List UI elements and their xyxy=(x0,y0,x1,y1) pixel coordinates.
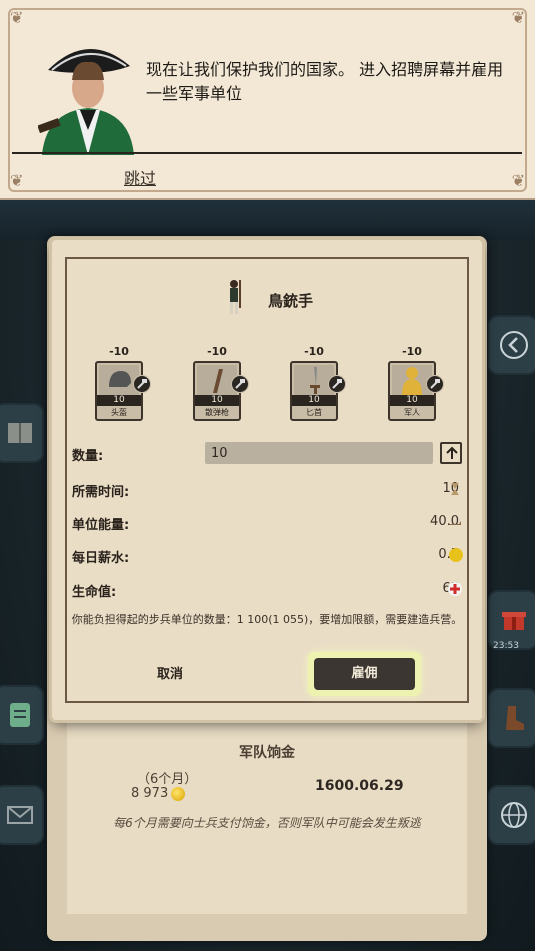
salary-label: 每日薪水: xyxy=(72,551,130,566)
equipment-cost: -10 xyxy=(304,345,324,358)
skip-link[interactable]: 跳过 xyxy=(124,165,156,189)
mail-icon xyxy=(7,806,33,824)
side-button-left-2[interactable] xyxy=(0,685,44,745)
equipment-name: 头盔 xyxy=(111,408,127,417)
equipment-soldier[interactable]: -10 10 军人 xyxy=(384,345,444,421)
book-icon xyxy=(8,423,32,443)
coin-icon xyxy=(171,786,186,801)
health-cross-icon xyxy=(448,582,462,596)
wage-note: 每6个月需要向士兵支付饷金，否则军队中可能会发生叛逃 xyxy=(113,816,421,830)
hourglass-icon xyxy=(451,483,459,495)
hammer-icon xyxy=(231,375,249,393)
quantity-label: 数量: xyxy=(72,449,104,464)
recruit-dialog-frame xyxy=(65,257,469,703)
ornament-corner-icon: ❦ xyxy=(511,8,525,27)
tutorial-panel: ❦ ❦ ❦ ❦ 现在让我们保护我们的国家。 进入招聘屏幕并雇用一些军事单位 跳过 xyxy=(0,0,535,200)
equipment-slot[interactable]: 10 散弹枪 xyxy=(193,361,249,421)
unit-limit-info: 你能负担得起的步兵单位的数量：1 100(1 055)，要增加限额，需要建造兵营… xyxy=(71,613,463,626)
gift-icon xyxy=(502,612,526,630)
equipment-qty: 10 xyxy=(390,395,434,406)
side-button-globe[interactable] xyxy=(488,785,535,845)
wage-amount: 8 973 xyxy=(131,786,169,801)
ornament-corner-icon: ❦ xyxy=(10,171,24,190)
equipment-cost: -10 xyxy=(109,345,129,358)
ornament-corner-icon: ❦ xyxy=(10,8,24,27)
tutorial-message: 现在让我们保护我们的国家。 进入招聘屏幕并雇用一些军事单位 xyxy=(146,60,504,103)
recruit-dialog xyxy=(52,240,482,720)
max-quantity-button[interactable] xyxy=(440,442,462,464)
boot-icon xyxy=(506,706,524,730)
cancel-button[interactable]: 取消 xyxy=(132,660,208,690)
hammer-icon xyxy=(328,375,346,393)
unit-name: 鳥銃手 xyxy=(268,292,314,310)
equipment-slot[interactable]: 10 军人 xyxy=(388,361,444,421)
health-label: 生命值: xyxy=(72,585,117,600)
side-button-left-1[interactable] xyxy=(0,403,44,463)
side-button-back[interactable] xyxy=(488,315,535,375)
hire-button-label: 雇佣 xyxy=(314,658,415,690)
equipment-qty: 10 xyxy=(195,395,239,406)
wage-date: 1600.06.29 xyxy=(315,778,404,794)
wage-period: （6个月） xyxy=(137,772,198,787)
ornament-corner-icon: ❦ xyxy=(511,171,525,190)
gift-timer: 23:53 xyxy=(493,641,519,651)
scroll-icon xyxy=(10,703,30,727)
time-label: 所需时间: xyxy=(72,485,130,500)
globe-icon xyxy=(501,802,527,828)
side-button-boot[interactable] xyxy=(488,688,535,748)
wage-amount-row: 8 973 xyxy=(131,786,186,801)
equipment-qty: 10 xyxy=(97,395,141,406)
musketeer-icon xyxy=(230,280,241,314)
chevron-left-icon xyxy=(500,331,528,359)
equipment-name: 军人 xyxy=(404,408,420,417)
tutorial-divider xyxy=(12,152,522,154)
hire-button[interactable]: 雇佣 xyxy=(308,652,421,696)
quantity-input[interactable] xyxy=(205,442,433,464)
equipment-cost: -10 xyxy=(207,345,227,358)
equipment-dagger[interactable]: -10 10 匕首 xyxy=(286,345,346,421)
equipment-slot[interactable]: 10 匕首 xyxy=(290,361,346,421)
officer-portrait xyxy=(38,48,134,155)
coin-icon xyxy=(449,548,463,562)
equipment-qty: 10 xyxy=(292,395,336,406)
side-button-left-3[interactable] xyxy=(0,785,44,845)
energy-icon xyxy=(449,521,461,525)
equipment-name: 散弹枪 xyxy=(205,408,229,417)
army-wage-title: 军队饷金 xyxy=(239,745,295,761)
equipment-name: 匕首 xyxy=(306,408,322,417)
equipment-slot[interactable]: 10 头盔 xyxy=(95,361,151,421)
equipment-cost: -10 xyxy=(402,345,422,358)
equipment-helmet[interactable]: -10 10 头盔 xyxy=(91,345,151,421)
hammer-icon xyxy=(133,375,151,393)
equipment-musket[interactable]: -10 10 散弹枪 xyxy=(189,345,249,421)
hammer-icon xyxy=(426,375,444,393)
top-toolbar-strip xyxy=(0,200,535,240)
arrow-up-icon xyxy=(446,446,458,459)
energy-label: 单位能量: xyxy=(72,518,130,533)
